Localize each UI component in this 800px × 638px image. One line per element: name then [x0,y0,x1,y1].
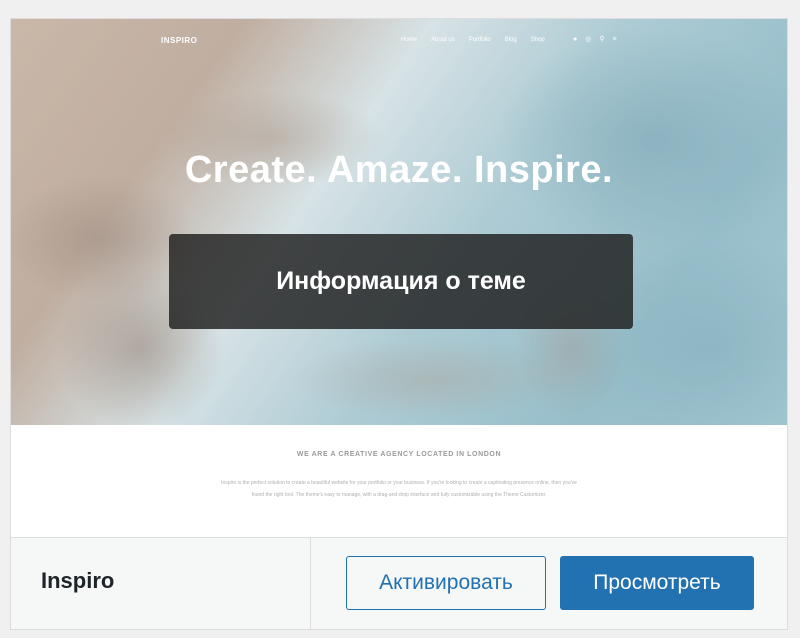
theme-card[interactable]: INSPIRO Home About us Portfolio Blog Sho… [10,18,788,630]
hero-heading: Create. Amaze. Inspire. [184,149,614,191]
agency-text: Inspiro is the perfect solution to creat… [221,480,577,498]
menu-item-home: Home [401,37,418,43]
theme-screenshot[interactable]: INSPIRO Home About us Portfolio Blog Sho… [11,19,787,537]
site-preview-nav: INSPIRO Home About us Portfolio Blog Sho… [11,33,787,51]
site-menu: Home About us Portfolio Blog Shop [401,37,545,43]
theme-card-footer: Inspiro Активировать Просмотреть [11,537,787,629]
hero-image [11,19,787,425]
activate-button[interactable]: Активировать [346,556,546,610]
menu-item-portfolio: Portfolio [468,37,491,43]
search-icon: ⚲ [599,36,605,43]
menu-item-shop: Shop [530,37,545,43]
facebook-icon: ● [573,35,578,43]
site-nav-icons: ● ◎ ⚲ ≡ [573,35,617,44]
menu-item-blog: Blog [504,37,517,43]
theme-name: Inspiro [41,568,115,593]
preview-button[interactable]: Просмотреть [560,556,754,610]
agency-section: WE ARE A CREATIVE AGENCY LOCATED IN LOND… [11,425,787,537]
theme-details-button[interactable]: Информация о теме [169,234,633,329]
menu-icon: ≡ [612,35,617,43]
menu-item-about: About us [431,37,455,43]
agency-title: WE ARE A CREATIVE AGENCY LOCATED IN LOND… [296,451,502,458]
site-logo: INSPIRO [161,36,198,45]
theme-actions: Активировать Просмотреть [310,538,787,629]
instagram-icon: ◎ [585,36,592,43]
